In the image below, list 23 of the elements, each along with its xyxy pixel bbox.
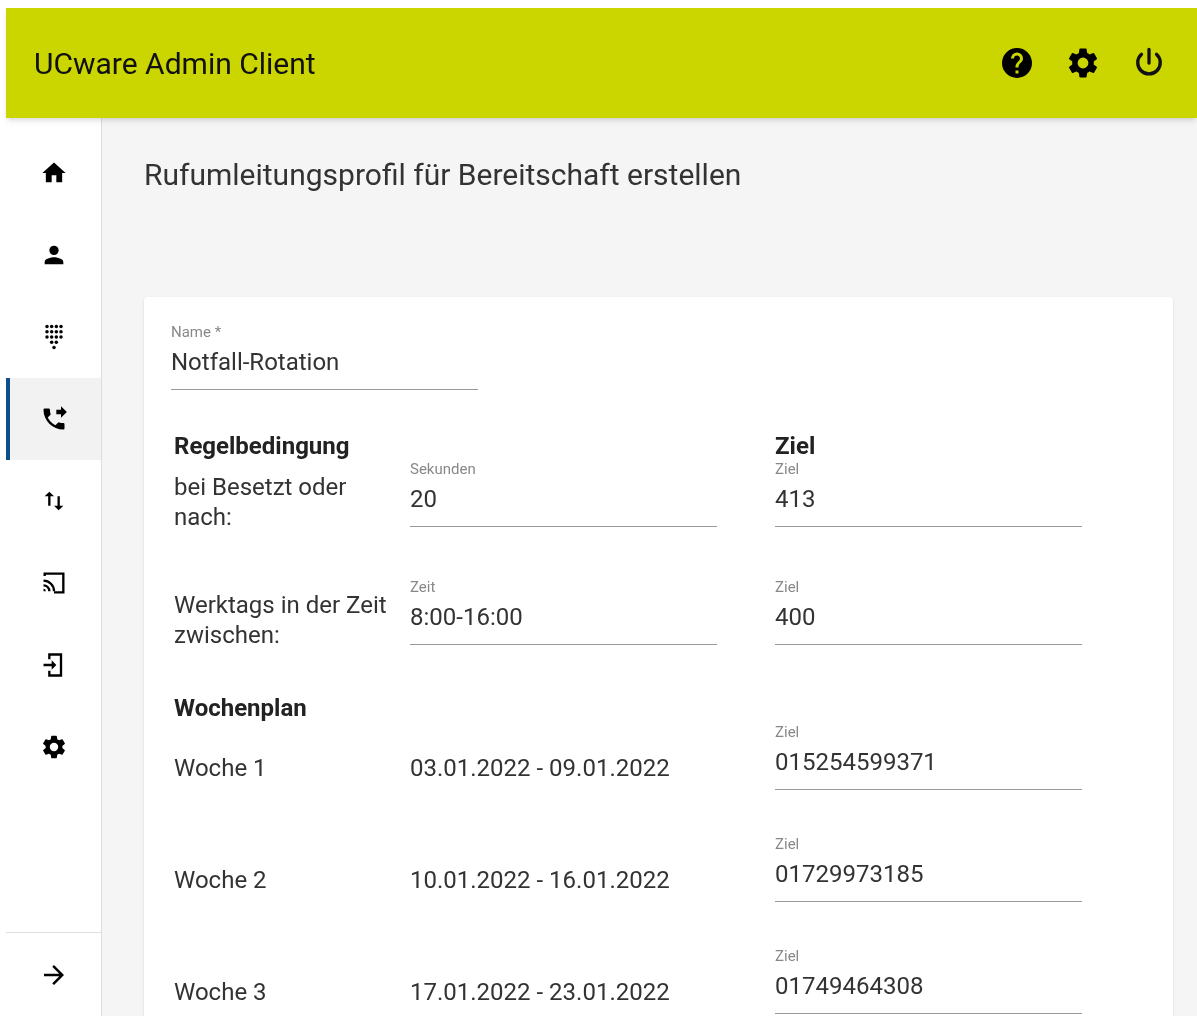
input-field[interactable]: Name * Notfall-Rotation bbox=[171, 321, 478, 390]
rule-label: bei Besetzt oder nach: bbox=[174, 472, 348, 532]
input-field[interactable]: Ziel 01729973185 bbox=[775, 833, 1082, 902]
week-label: Woche 3 bbox=[174, 977, 268, 1008]
section-heading: Wochenplan bbox=[173, 693, 307, 720]
rule-label: Werktags in der Zeit zwischen: bbox=[174, 590, 388, 650]
input-field[interactable]: Ziel 015254599371 bbox=[775, 721, 1082, 790]
section-heading: Regelbedingung bbox=[174, 431, 351, 458]
help-icon[interactable] bbox=[999, 45, 1035, 81]
page-title: Rufumleitungsprofil für Bereitschaft erstellen bbox=[144, 156, 743, 192]
sidebar-item[interactable] bbox=[6, 378, 101, 460]
input-field[interactable]: Ziel 400 bbox=[775, 576, 1082, 645]
week-label: Woche 2 bbox=[174, 865, 268, 896]
input-field[interactable]: Ziel 413 bbox=[775, 458, 1082, 527]
app-title: UCware Admin Client bbox=[34, 44, 316, 83]
input-field[interactable]: Zeit 8:00-16:00 bbox=[410, 576, 717, 645]
section-heading: Ziel bbox=[775, 431, 816, 458]
week-label: Woche 1 bbox=[174, 753, 268, 784]
date-range: 03.01.2022 - 09.01.2022 bbox=[410, 753, 671, 784]
date-range: 17.01.2022 - 23.01.2022 bbox=[410, 977, 671, 1008]
date-range: 10.01.2022 - 16.01.2022 bbox=[410, 865, 671, 896]
input-field[interactable]: Ziel 01749464308 bbox=[775, 945, 1082, 1014]
input-field[interactable]: Sekunden 20 bbox=[410, 458, 717, 527]
